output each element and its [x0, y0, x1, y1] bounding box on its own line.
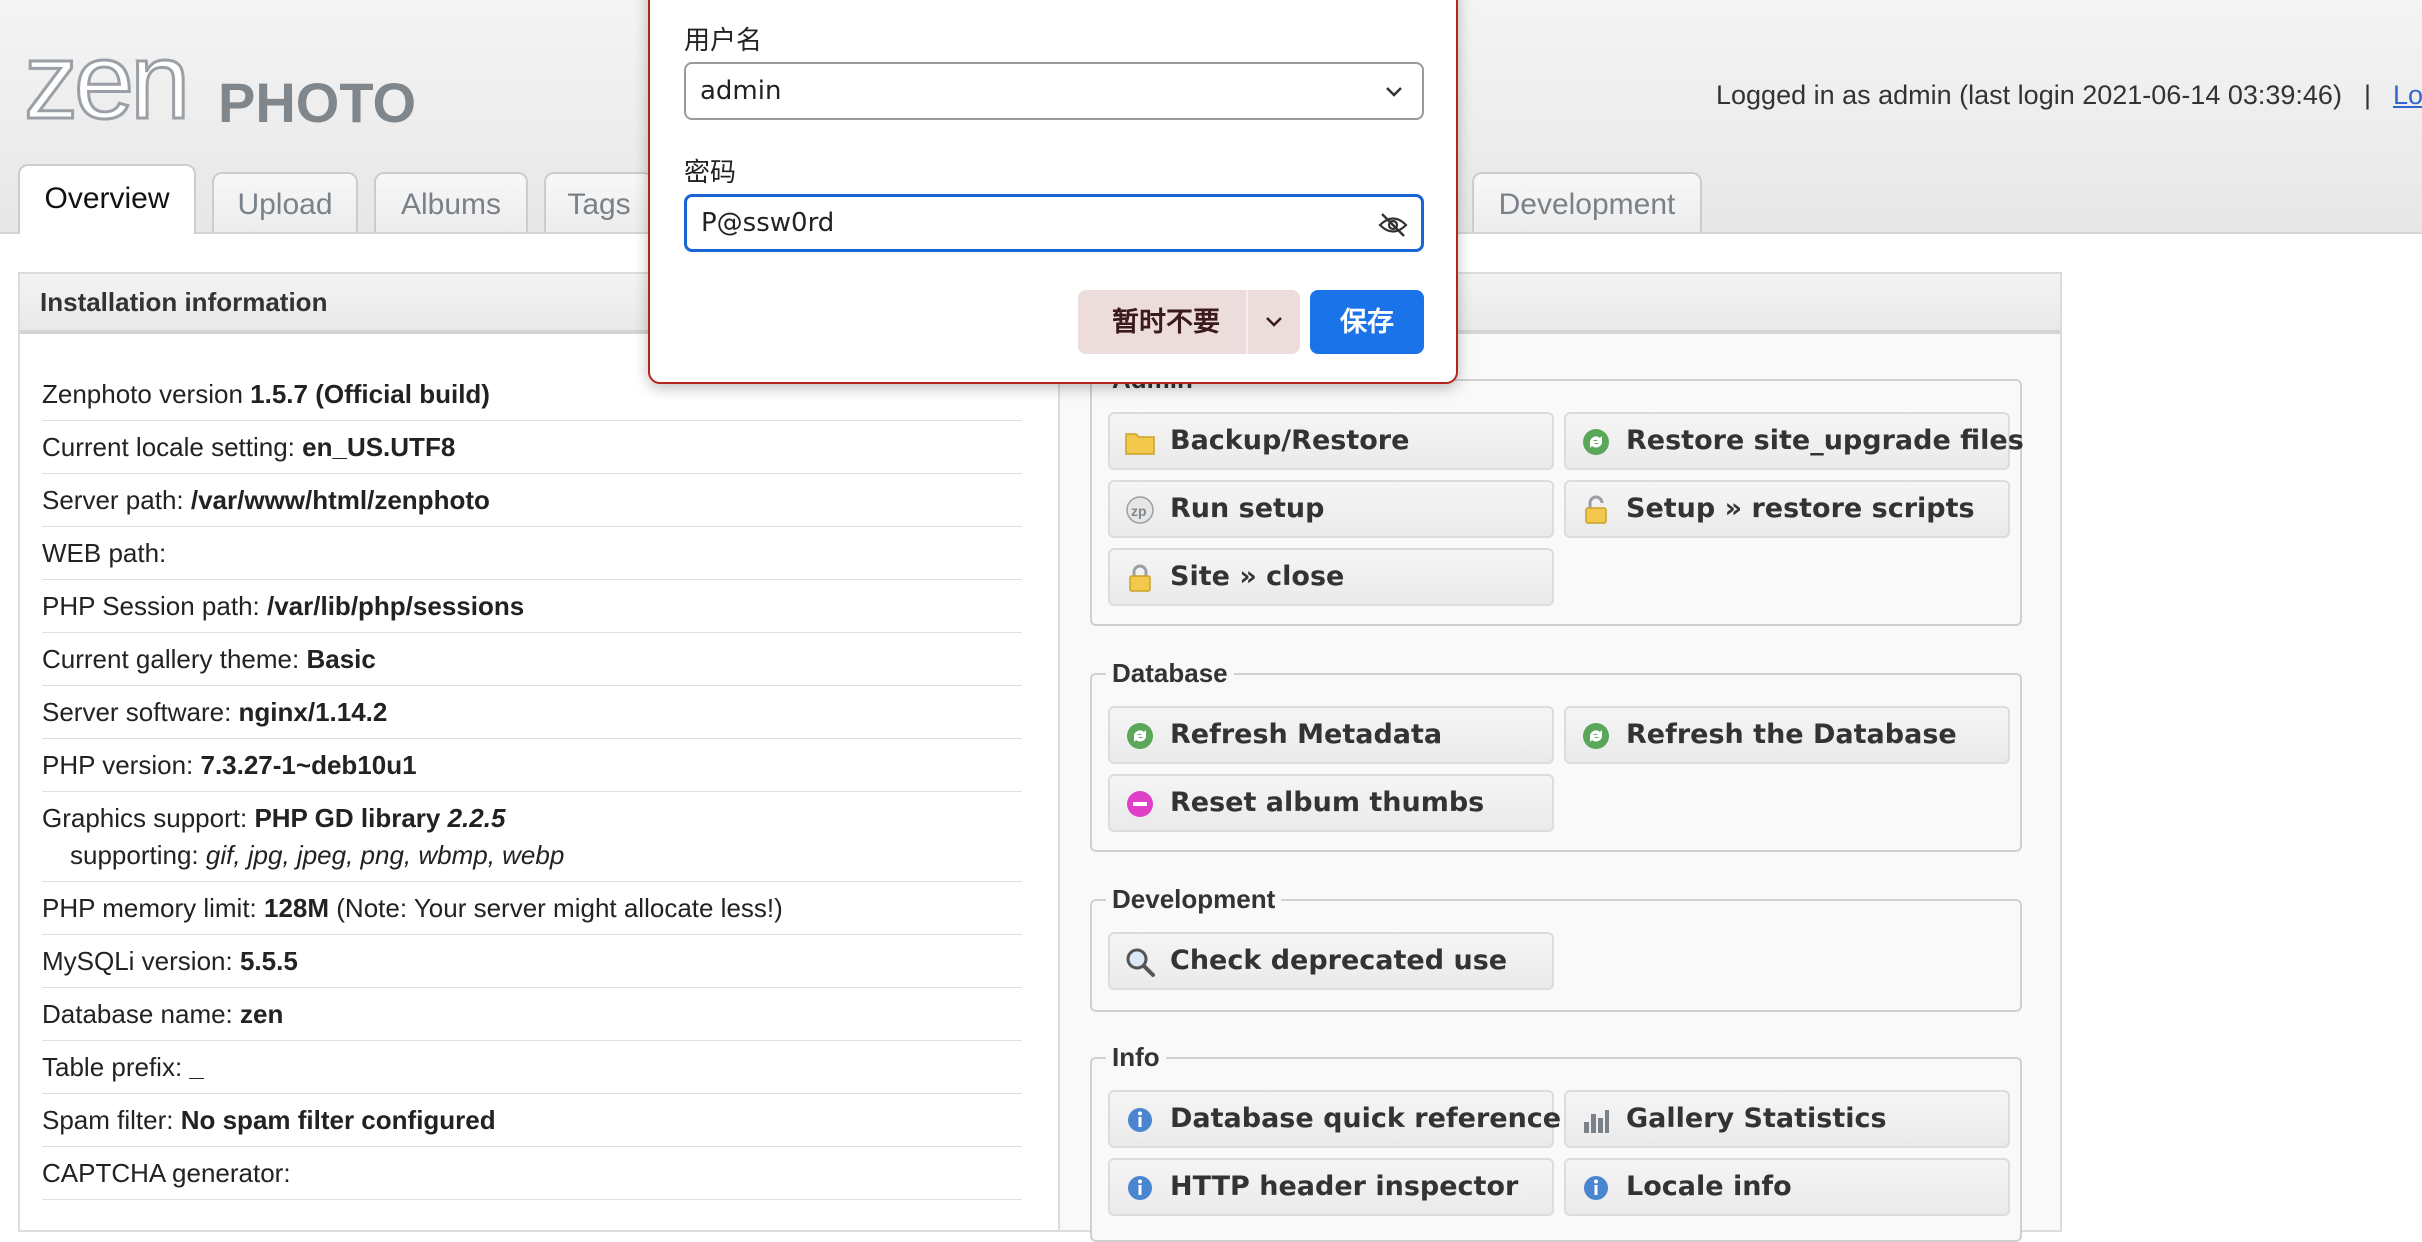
info-row-memory-limit: PHP memory limit: 128M (Note: Your serve…: [42, 882, 1022, 935]
info-row-server-software: Server software: nginx/1.14.2: [42, 686, 1022, 739]
tab-tags[interactable]: Tags: [544, 172, 654, 232]
run-setup-button[interactable]: zp Run setup: [1108, 480, 1554, 538]
info-row-gallery-theme: Current gallery theme: Basic: [42, 633, 1022, 686]
database-group-legend: Database: [1112, 658, 1228, 688]
backup-restore-button[interactable]: Backup/Restore: [1108, 412, 1554, 470]
info-row-captcha: CAPTCHA generator:: [42, 1147, 1022, 1200]
locale-info-button[interactable]: Locale info: [1564, 1158, 2010, 1216]
info-group-legend: Info: [1112, 1042, 1160, 1072]
tab-upload[interactable]: Upload: [212, 172, 358, 232]
tab-development[interactable]: Development: [1472, 172, 1702, 232]
logo-photo: PHOTO: [218, 71, 416, 131]
development-group-legend: Development: [1112, 884, 1276, 914]
utilities-panel-border: [1058, 332, 1060, 1232]
chevron-down-icon[interactable]: [1262, 310, 1286, 334]
refresh-database-button[interactable]: Refresh the Database: [1564, 706, 2010, 764]
installation-info-list: Zenphoto version 1.5.7 (Official build) …: [42, 368, 1022, 1200]
password-field[interactable]: P@ssw0rd: [684, 194, 1424, 252]
graphics-supporting-formats: supporting: gif, jpg, jpeg, png, wbmp, w…: [70, 840, 565, 870]
tab-albums[interactable]: Albums: [374, 172, 528, 232]
username-select[interactable]: admin: [684, 62, 1424, 120]
http-header-inspector-button[interactable]: HTTP header inspector: [1108, 1158, 1554, 1216]
username-label: 用户名: [684, 25, 763, 55]
restore-site-upgrade-button[interactable]: Restore site_upgrade files: [1564, 412, 2024, 470]
refresh-icon: [1127, 723, 1153, 749]
minus-circle-icon: [1127, 791, 1153, 817]
info-icon: [1584, 1176, 1608, 1200]
refresh-icon: [1583, 723, 1609, 749]
info-row-server-path: Server path: /var/www/html/zenphoto: [42, 474, 1022, 527]
chevron-down-icon: [1386, 87, 1402, 97]
login-info: Logged in as admin (last login 2021-06-1…: [1716, 80, 2422, 111]
database-quick-reference-button[interactable]: Database quick reference: [1108, 1090, 1561, 1148]
bar-chart-icon: [1584, 1110, 1609, 1133]
svg-text:zp: zp: [1131, 503, 1147, 519]
info-row-spam-filter: Spam filter: No spam filter configured: [42, 1094, 1022, 1147]
unlock-icon: [1585, 495, 1607, 524]
info-icon: [1128, 1176, 1152, 1200]
lock-icon: [1129, 564, 1151, 592]
password-value: P@ssw0rd: [701, 208, 835, 238]
info-icon: [1128, 1108, 1152, 1132]
info-row-php-version: PHP version: 7.3.27-1~deb10u1: [42, 739, 1022, 792]
refresh-metadata-button[interactable]: Refresh Metadata: [1108, 706, 1554, 764]
tab-overview[interactable]: Overview: [18, 164, 196, 234]
password-label: 密码: [684, 157, 737, 187]
installation-information-panel: Installation information Zenphoto versio…: [18, 272, 1062, 1232]
info-row-mysqli-version: MySQLi version: 5.5.5: [42, 935, 1022, 988]
save-password-popup: 用户名 admin 密码 P@ssw0rd 暂时不要 保存: [648, 0, 1458, 384]
magnifier-icon: [1126, 948, 1155, 977]
button-divider: [1246, 290, 1248, 354]
info-row-table-prefix: Table prefix: _: [42, 1041, 1022, 1094]
zenphoto-logo[interactable]: zen PHOTO: [24, 36, 424, 131]
header-separator: |: [2363, 80, 2371, 110]
logout-link[interactable]: Log: [2393, 80, 2422, 110]
info-row-locale: Current locale setting: en_US.UTF8: [42, 421, 1022, 474]
setup-restore-scripts-button[interactable]: Setup » restore scripts: [1564, 480, 2010, 538]
info-row-graphics-support: Graphics support: PHP GD library 2.2.5 s…: [42, 792, 1022, 882]
not-now-button[interactable]: 暂时不要: [1078, 290, 1300, 354]
reset-album-thumbs-button[interactable]: Reset album thumbs: [1108, 774, 1554, 832]
folder-icon: [1125, 433, 1155, 455]
logo-zen: zen: [24, 36, 186, 131]
info-row-database-name: Database name: zen: [42, 988, 1022, 1041]
site-close-button[interactable]: Site » close: [1108, 548, 1554, 606]
check-deprecated-use-button[interactable]: Check deprecated use: [1108, 932, 1554, 990]
login-status-text: Logged in as admin (last login 2021-06-1…: [1716, 80, 2342, 110]
info-row-session-path: PHP Session path: /var/lib/php/sessions: [42, 580, 1022, 633]
refresh-icon: [1583, 429, 1609, 455]
zenphoto-setup-icon: zp: [1126, 496, 1154, 524]
eye-off-icon[interactable]: [1377, 209, 1409, 241]
username-value: admin: [700, 76, 782, 106]
gallery-statistics-button[interactable]: Gallery Statistics: [1564, 1090, 2010, 1148]
save-password-button[interactable]: 保存: [1310, 290, 1424, 354]
info-row-web-path: WEB path:: [42, 527, 1022, 580]
